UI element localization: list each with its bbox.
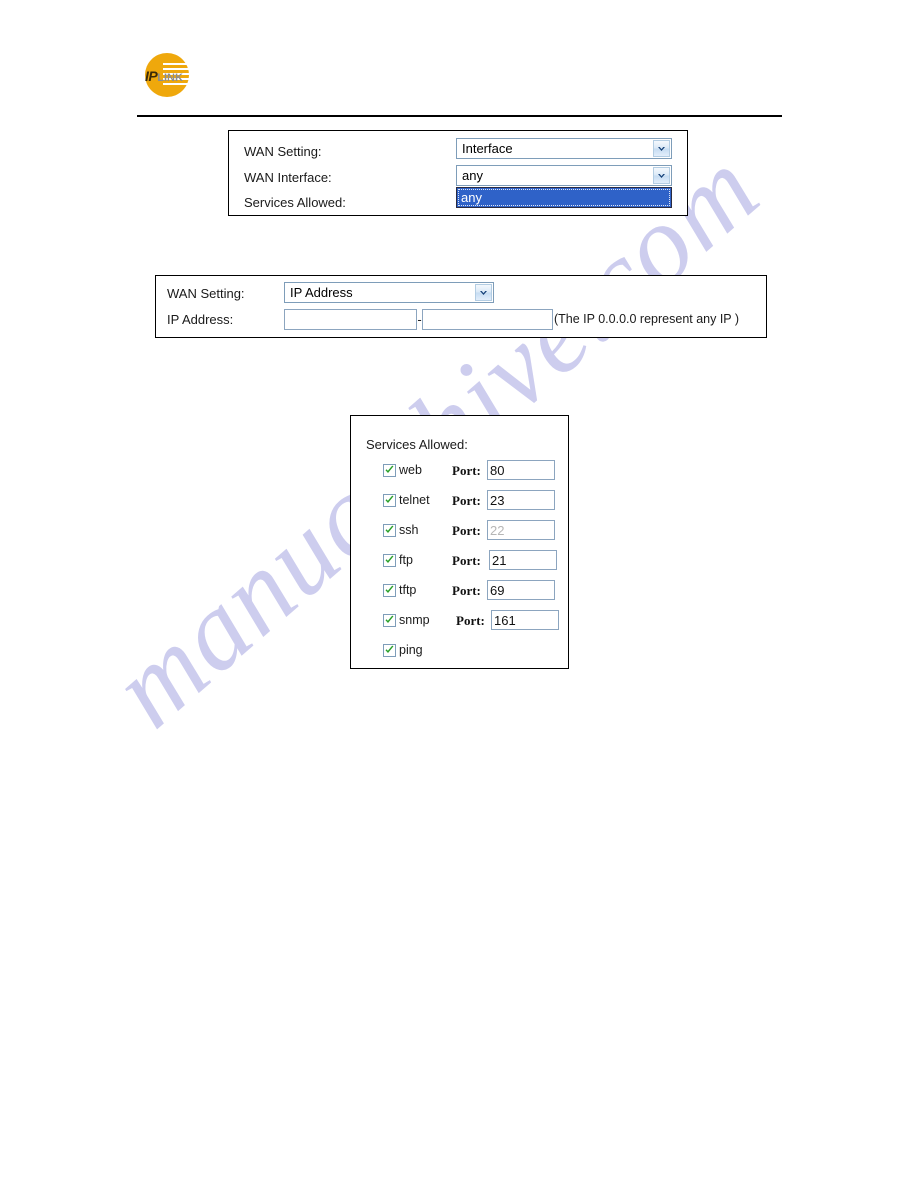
port-input-web[interactable] <box>487 460 555 480</box>
checkbox-ping[interactable] <box>383 644 396 657</box>
services-allowed-panel: Services Allowed: web Port: telnet Port:… <box>350 415 569 669</box>
wan-interface-select[interactable]: any <box>456 165 672 186</box>
port-label-web: Port: <box>452 463 481 478</box>
wan-interface-select-value: any <box>462 168 483 183</box>
wan-interface-dropdown-list[interactable]: any <box>456 187 672 208</box>
iplink-logo-icon: IPLINK <box>141 51 193 103</box>
wan-setting-select-ip[interactable]: IP Address <box>284 282 494 303</box>
header-divider <box>137 115 782 117</box>
port-label-ftp: Port: <box>452 553 481 568</box>
port-input-ftp[interactable] <box>489 550 557 570</box>
logo-primary-text: IP <box>145 68 158 84</box>
service-name-web: web <box>399 463 422 477</box>
logo-wordmark: IPLINK <box>145 68 195 84</box>
dropdown-option-any[interactable]: any <box>457 188 671 207</box>
ip-address-label: IP Address: <box>167 312 234 327</box>
services-allowed-title: Services Allowed: <box>366 437 468 452</box>
port-input-telnet[interactable] <box>487 490 555 510</box>
port-input-tftp[interactable] <box>487 580 555 600</box>
wan-setting-select[interactable]: Interface <box>456 138 672 159</box>
wan-interface-label: WAN Interface: <box>244 170 332 185</box>
port-input-snmp[interactable] <box>491 610 559 630</box>
checkbox-web[interactable] <box>383 464 396 477</box>
checkbox-tftp[interactable] <box>383 584 396 597</box>
wan-setting-label-ip: WAN Setting: <box>167 286 245 301</box>
ip-address-note: (The IP 0.0.0.0 represent any IP ) <box>554 312 740 326</box>
port-label-telnet: Port: <box>452 493 481 508</box>
service-name-snmp: snmp <box>399 613 430 627</box>
wan-setting-select-ip-value: IP Address <box>290 285 353 300</box>
chevron-down-icon[interactable] <box>653 167 670 184</box>
checkbox-ssh[interactable] <box>383 524 396 537</box>
ip-address-start-input[interactable] <box>284 309 417 330</box>
service-name-telnet: telnet <box>399 493 430 507</box>
port-input-ssh[interactable] <box>487 520 555 540</box>
ip-address-end-input[interactable] <box>422 309 553 330</box>
logo-secondary-text: LINK <box>157 72 183 84</box>
checkbox-telnet[interactable] <box>383 494 396 507</box>
chevron-down-icon[interactable] <box>475 284 492 301</box>
port-label-ssh: Port: <box>452 523 481 538</box>
service-name-ssh: ssh <box>399 523 419 537</box>
wan-setting-select-value: Interface <box>462 141 513 156</box>
service-name-ftp: ftp <box>399 553 413 567</box>
chevron-down-icon[interactable] <box>653 140 670 157</box>
checkbox-snmp[interactable] <box>383 614 396 627</box>
service-name-tftp: tftp <box>399 583 417 597</box>
service-name-ping: ping <box>399 643 423 657</box>
port-label-snmp: Port: <box>456 613 485 628</box>
services-allowed-label: Services Allowed: <box>244 195 346 210</box>
checkbox-ftp[interactable] <box>383 554 396 567</box>
port-label-tftp: Port: <box>452 583 481 598</box>
wan-setting-label: WAN Setting: <box>244 144 322 159</box>
